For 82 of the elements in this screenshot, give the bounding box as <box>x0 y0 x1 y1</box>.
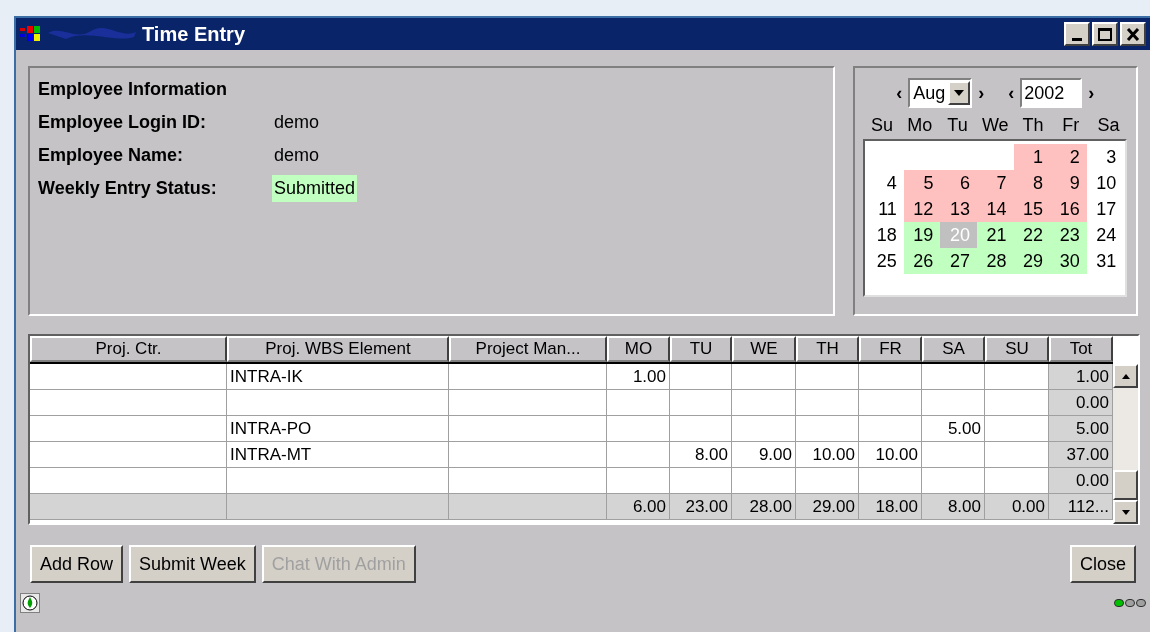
field-value: demo <box>273 111 321 134</box>
calendar-day[interactable]: 9 <box>1050 170 1087 196</box>
column-header: Proj. Ctr. <box>30 336 227 362</box>
scrollbar[interactable] <box>1113 364 1138 524</box>
maximize-button[interactable] <box>1092 22 1118 46</box>
scroll-up-button[interactable] <box>1113 364 1138 388</box>
window-title: Time Entry <box>142 22 245 47</box>
calendar-day[interactable]: 26 <box>903 248 941 274</box>
table-cell: 5.00 <box>922 416 985 441</box>
calendar-day[interactable]: 6 <box>940 170 977 196</box>
table-cell: 9.00 <box>732 442 796 467</box>
calendar-day[interactable]: 21 <box>976 222 1014 248</box>
down-arrow-icon <box>1121 509 1130 515</box>
weekday-label: Th <box>1021 114 1045 137</box>
close-button[interactable]: Close <box>1069 545 1136 583</box>
field-value: Submitted <box>272 175 358 202</box>
next-month-button[interactable]: › <box>978 79 985 107</box>
action-button[interactable]: Add Row <box>30 545 124 583</box>
field-label: Employee Name: <box>38 144 185 167</box>
calendar-day[interactable]: 16 <box>1050 196 1087 222</box>
field-label: Weekly Entry Status: <box>38 177 218 200</box>
calendar-day[interactable]: 28 <box>976 248 1014 274</box>
column-header: Proj. WBS Element <box>227 336 449 362</box>
month-dropdown[interactable]: Aug <box>908 78 973 108</box>
column-header: Tot <box>1049 336 1113 362</box>
calendar-day[interactable]: 27 <box>940 248 977 274</box>
table-cell: 5.00 <box>1049 416 1113 441</box>
column-header: SA <box>922 336 985 362</box>
table-cell: 0.00 <box>1049 390 1113 415</box>
table-cell: 10.00 <box>796 442 859 467</box>
dropdown-arrow-icon <box>954 90 965 96</box>
table-cell: 10.00 <box>859 442 922 467</box>
table-cell: INTRA-IK <box>227 364 449 389</box>
calendar-day[interactable]: 13 <box>940 196 977 222</box>
scroll-down-button[interactable] <box>1113 500 1138 524</box>
table-cell: 1.00 <box>1049 364 1113 389</box>
column-header: WE <box>732 336 796 362</box>
weekday-label: Mo <box>906 114 934 137</box>
field-label: Employee Login ID: <box>38 111 207 134</box>
calendar-day[interactable]: 1 <box>1013 144 1051 170</box>
calendar-day[interactable]: 29 <box>1013 248 1051 274</box>
table-cell: INTRA-MT <box>227 442 449 467</box>
calendar-day[interactable]: 14 <box>976 196 1014 222</box>
table-cell: 8.00 <box>670 442 732 467</box>
previous-month-button[interactable]: ‹ <box>896 79 903 107</box>
table-cell: 37.00 <box>1049 442 1113 467</box>
calendar-day[interactable]: 7 <box>976 170 1014 196</box>
table-cell: INTRA-PO <box>227 416 449 441</box>
minimize-button[interactable] <box>1064 22 1090 46</box>
weekday-label: Fr <box>1061 114 1081 137</box>
calendar-day[interactable]: 23 <box>1050 222 1087 248</box>
year-field[interactable]: 2002 <box>1020 78 1083 108</box>
up-arrow-icon <box>1121 373 1130 379</box>
calendar-day[interactable]: 8 <box>1013 170 1051 196</box>
calendar-day[interactable]: 15 <box>1013 196 1051 222</box>
previous-year-button[interactable]: ‹ <box>1008 79 1015 107</box>
calendar-day[interactable]: 30 <box>1050 248 1087 274</box>
column-header: SU <box>985 336 1049 362</box>
section-heading: Employee Information <box>38 78 229 101</box>
windows-logo-icon <box>20 25 42 43</box>
column-header: Project Man... <box>449 336 607 362</box>
column-header: TH <box>796 336 859 362</box>
status-drop-icon <box>20 593 40 613</box>
weekday-label: Su <box>870 114 895 137</box>
weekday-label: Tu <box>946 114 969 137</box>
calendar-day[interactable]: 2 <box>1050 144 1087 170</box>
action-button[interactable]: Submit Week <box>129 545 256 583</box>
close-icon[interactable] <box>1120 22 1146 46</box>
scroll-thumb[interactable] <box>1113 470 1138 500</box>
weekday-label: We <box>980 114 1010 137</box>
column-header: FR <box>859 336 922 362</box>
field-value: demo <box>273 144 321 167</box>
column-header: TU <box>670 336 732 362</box>
table-cell: 0.00 <box>1049 468 1113 493</box>
calendar-day[interactable]: 22 <box>1013 222 1051 248</box>
column-header: MO <box>607 336 670 362</box>
calendar-day[interactable]: 12 <box>903 196 941 222</box>
next-year-button[interactable]: › <box>1088 79 1095 107</box>
calendar-day[interactable]: 19 <box>903 222 941 248</box>
weekday-label: Sa <box>1096 114 1121 137</box>
calendar-day[interactable]: 5 <box>903 170 941 196</box>
table-cell: 1.00 <box>607 364 670 389</box>
